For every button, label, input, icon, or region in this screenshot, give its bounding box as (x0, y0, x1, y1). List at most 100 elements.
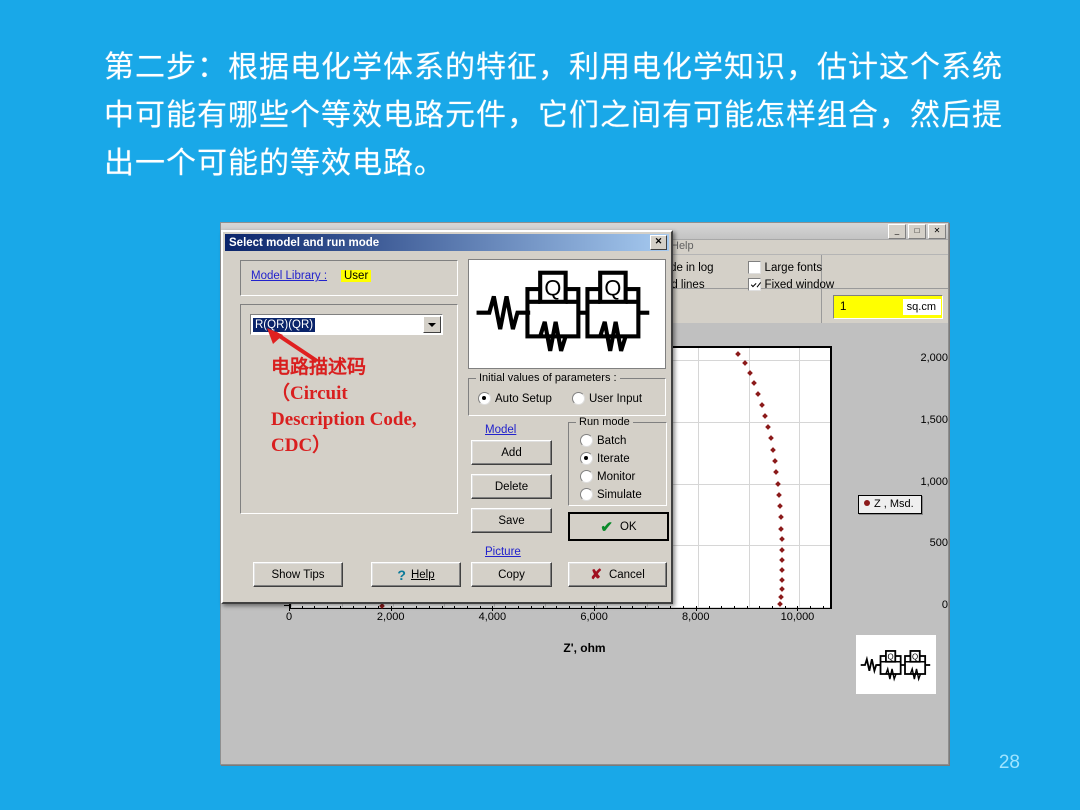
x-axis-tick (492, 606, 494, 611)
add-button[interactable]: Add (471, 440, 552, 465)
data-point (779, 536, 785, 543)
save-button[interactable]: Save (471, 508, 552, 533)
data-point (779, 557, 786, 564)
radio-iterate[interactable]: Iterate (580, 452, 630, 465)
cancel-button[interactable]: ✘ Cancel (568, 562, 667, 587)
copy-button[interactable]: Copy (471, 562, 552, 587)
x-axis-tick (619, 606, 621, 609)
picture-link[interactable]: Picture (485, 546, 521, 558)
radio-auto-setup[interactable]: Auto Setup (478, 392, 552, 405)
x-axis-tick (822, 606, 824, 609)
x-axis-tick (390, 606, 392, 611)
data-point (779, 547, 785, 553)
x-axis-tick (708, 606, 710, 609)
radio-icon (580, 470, 593, 483)
x-axis-tick-label: 0 (285, 611, 293, 623)
x-axis-tick (594, 606, 596, 611)
dialog-close-button[interactable]: ✕ (650, 235, 667, 250)
y-axis-tick-label: 1,500 (920, 414, 948, 426)
x-axis-tick (377, 606, 379, 609)
data-point (777, 503, 783, 510)
data-point (773, 469, 780, 476)
check-icon: ✔ (600, 518, 613, 536)
data-point (778, 525, 785, 532)
model-link[interactable]: Model (485, 424, 516, 436)
question-mark-icon: ? (397, 566, 406, 583)
help-button-label: Help (410, 568, 435, 581)
gridline-horizontal (291, 607, 830, 608)
initial-values-group: Initial values of parameters : Auto Setu… (468, 372, 666, 416)
x-axis-tick (657, 606, 659, 609)
model-library-value: User (341, 270, 372, 282)
x-axis-tick (772, 606, 774, 609)
area-unit-label: sq.cm (902, 299, 941, 315)
chevron-down-icon[interactable] (423, 316, 441, 333)
x-axis-tick (759, 606, 761, 609)
checkbox-icon (747, 278, 761, 291)
circuit-diagram-svg: Q Q (476, 270, 650, 352)
x-axis-tick (339, 606, 341, 609)
x-axis-tick (530, 606, 532, 609)
radio-label: User Input (589, 392, 643, 405)
x-axis-tick (784, 606, 786, 609)
radio-simulate[interactable]: Simulate (580, 488, 642, 501)
data-point (751, 380, 758, 386)
close-button[interactable]: ✕ (928, 224, 946, 239)
data-point (779, 577, 785, 583)
x-axis-tick (683, 606, 685, 609)
y-axis-tick-label: 2,000 (920, 352, 948, 365)
x-axis-tick (466, 606, 468, 609)
data-point (762, 412, 769, 419)
radio-batch[interactable]: Batch (580, 434, 626, 447)
x-axis-tick (314, 606, 316, 609)
checkbox-fixed-window[interactable]: Fixed window (747, 276, 834, 293)
maximize-button[interactable]: □ (908, 224, 926, 239)
radio-monitor[interactable]: Monitor (580, 470, 635, 483)
data-point (776, 492, 782, 498)
show-tips-button[interactable]: Show Tips (253, 562, 343, 587)
x-axis-tick-label: 6,000 (580, 611, 608, 623)
radio-label: Simulate (597, 488, 642, 501)
y-axis-tick-label: 0 (941, 599, 948, 611)
x-axis-tick (632, 606, 634, 609)
x-axis-tick (365, 606, 367, 609)
cdc-annotation: 电路描述码 （Circuit Description Code, CDC） (271, 357, 417, 456)
help-button[interactable]: ? Help (371, 562, 461, 587)
initial-values-group-title: Initial values of parameters : (476, 372, 620, 384)
checkbox-icon (747, 261, 761, 274)
delete-button[interactable]: Delete (471, 474, 552, 499)
dialog-title: Select model and run mode (229, 236, 380, 249)
x-axis-tick (543, 606, 545, 609)
radio-icon (580, 452, 593, 465)
data-point (759, 401, 765, 408)
svg-text:Q: Q (604, 275, 621, 300)
x-axis-tick (746, 606, 748, 609)
x-axis-tick-label: 2,000 (376, 611, 405, 623)
radio-icon (572, 392, 585, 405)
dialog-titlebar: Select model and run mode ✕ (225, 234, 669, 251)
x-axis-tick (644, 606, 646, 609)
area-input[interactable]: 1 sq.cm (833, 295, 943, 319)
data-point (765, 424, 771, 430)
model-library-link[interactable]: Model Library : (251, 270, 327, 282)
circuit-thumbnail-svg: Q Q (860, 649, 931, 682)
radio-icon (580, 434, 593, 447)
x-axis-tick-label: 4,000 (478, 611, 507, 623)
x-axis-tick (428, 606, 430, 609)
cancel-button-label: Cancel (608, 568, 645, 581)
svg-text:Q: Q (888, 652, 894, 661)
data-point (778, 586, 785, 593)
radio-icon (580, 488, 593, 501)
run-mode-group: Run mode Batch Iterate Monitor Simulate (568, 416, 667, 506)
x-axis-tick (695, 606, 697, 611)
radio-label: Monitor (597, 470, 636, 483)
x-axis-tick (581, 606, 583, 609)
minimize-button[interactable]: _ (888, 224, 906, 239)
ok-button[interactable]: ✔ OK (568, 512, 669, 541)
checkbox-large-fonts[interactable]: Large fonts (747, 259, 835, 276)
data-point (774, 480, 781, 487)
x-axis-tick (301, 606, 303, 609)
page-number: 28 (998, 752, 1020, 773)
radio-user-input[interactable]: User Input (572, 392, 642, 405)
x-axis-tick (352, 606, 354, 609)
